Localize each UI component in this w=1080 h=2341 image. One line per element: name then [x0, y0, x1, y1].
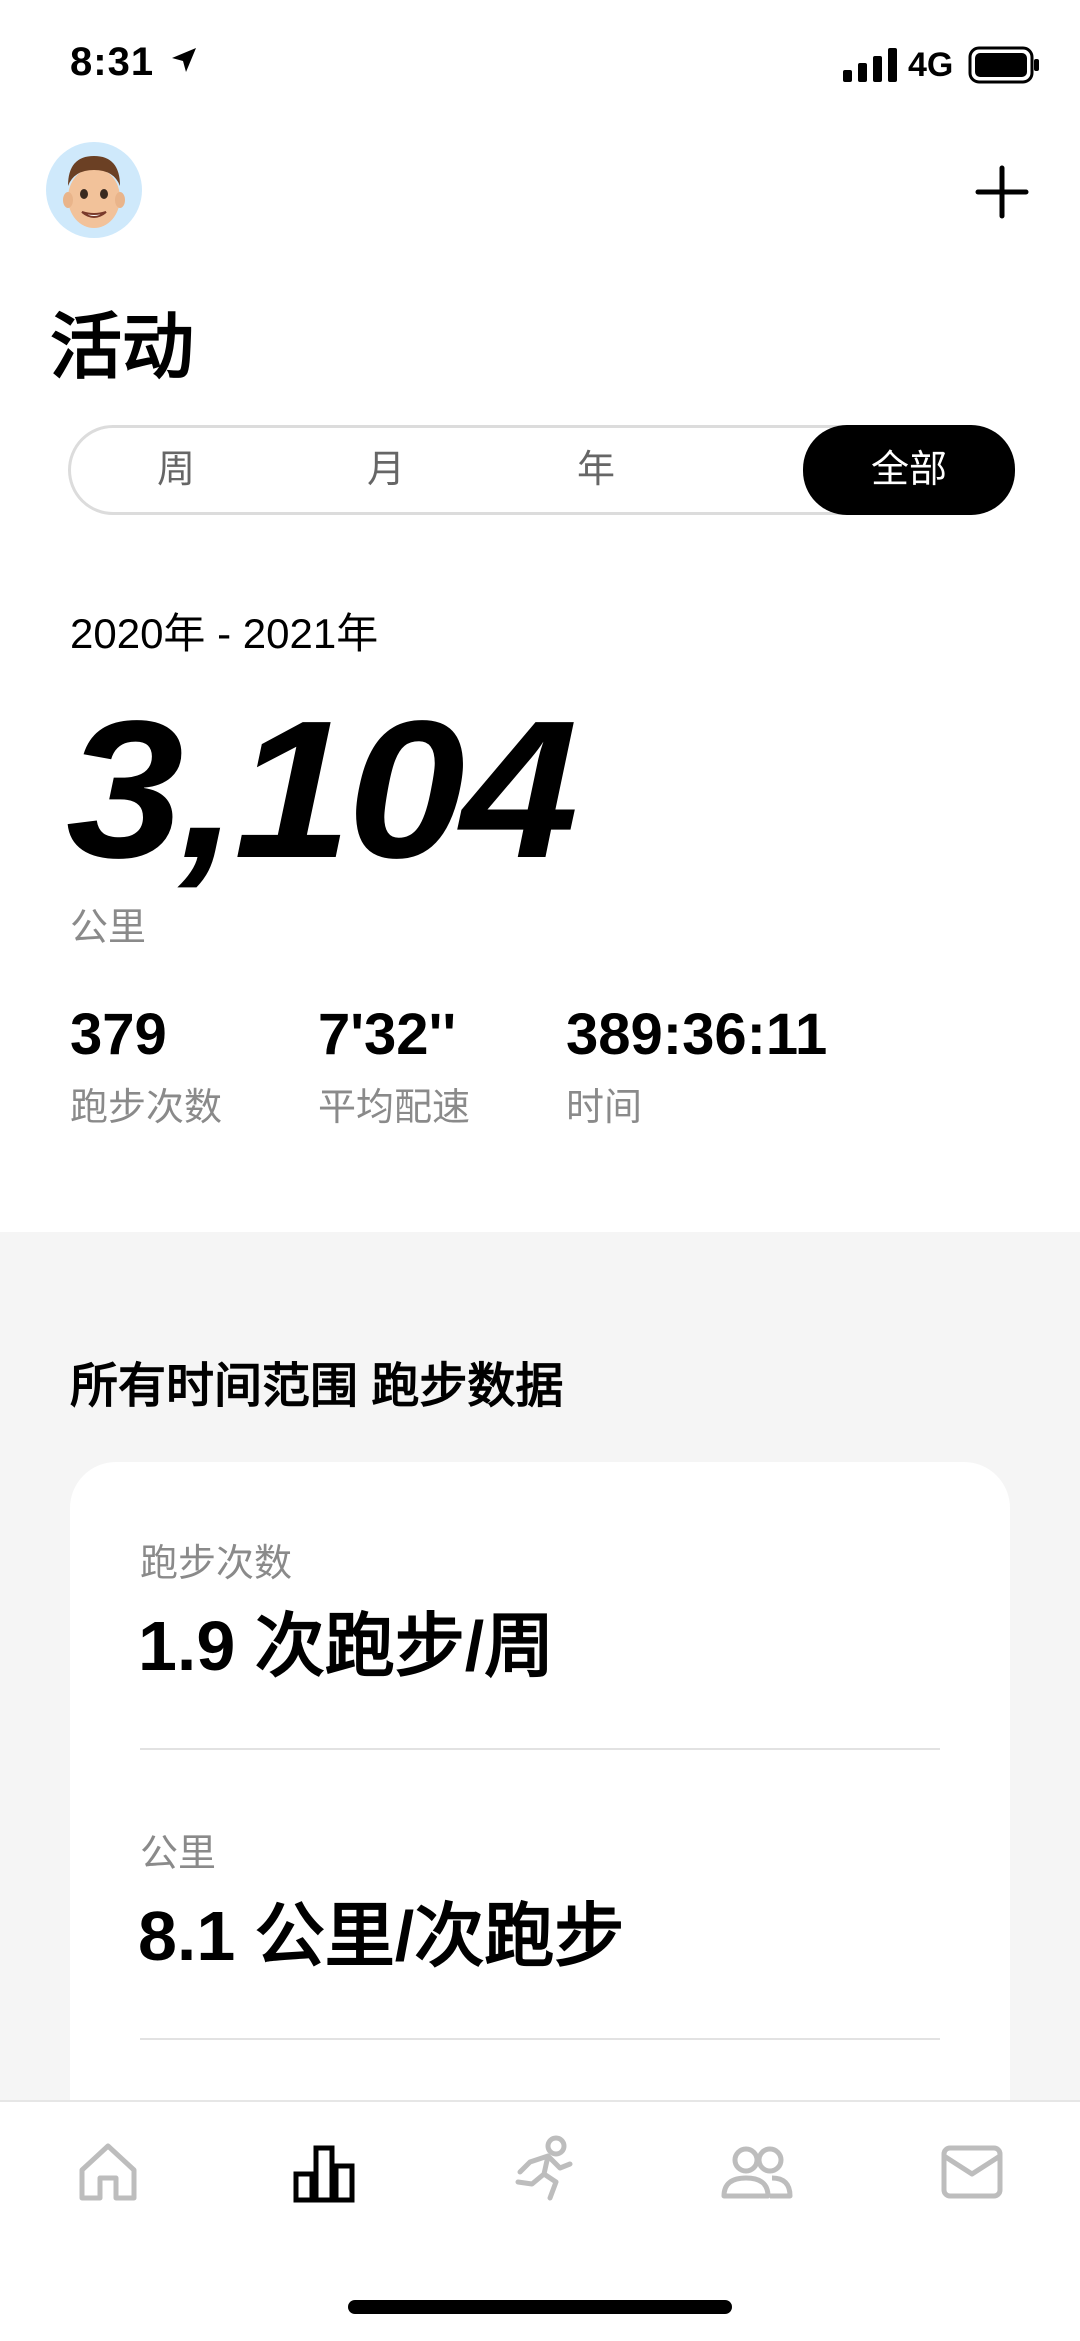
- total-distance: 3,104: [66, 680, 578, 899]
- runs-per-week-label: 跑步次数: [140, 1543, 293, 1585]
- network-label: 4G: [908, 46, 954, 84]
- page-title: 活动: [50, 308, 195, 388]
- stat-time-value: 389:36:11: [566, 1002, 828, 1067]
- date-range: 2020年 - 2021年: [70, 610, 379, 657]
- add-button[interactable]: [970, 160, 1034, 224]
- stat-time-label: 时间: [566, 1087, 643, 1129]
- memoji-avatar-icon: [63, 156, 125, 228]
- activity-icon[interactable]: [284, 2132, 364, 2212]
- location-arrow-icon: [172, 48, 196, 72]
- segment-month[interactable]: 月: [281, 428, 491, 512]
- period-segmented-control: 周 月 年 全部: [68, 425, 1015, 515]
- avatar[interactable]: [46, 142, 142, 238]
- stat-pace-label: 平均配速: [318, 1087, 471, 1129]
- all-time-card: 跑步次数 1.9 次跑步/周 公里 8.1 公里/次跑步: [70, 1462, 1010, 2162]
- card-divider: [140, 2038, 940, 2040]
- distance-unit: 公里: [70, 907, 147, 949]
- stat-pace: 7'32'' 平均配速: [318, 1000, 470, 1131]
- home-indicator: [348, 2300, 732, 2314]
- community-icon[interactable]: [716, 2132, 796, 2212]
- battery-icon: [968, 46, 1039, 84]
- stat-runs-label: 跑步次数: [70, 1087, 223, 1129]
- status-time: 8:31: [70, 40, 155, 84]
- stat-time: 389:36:11 时间: [566, 1000, 827, 1131]
- stat-runs: 379 跑步次数: [70, 1000, 222, 1131]
- segment-week[interactable]: 周: [71, 428, 281, 512]
- home-icon[interactable]: [68, 2132, 148, 2212]
- all-time-title: 所有时间范围 跑步数据: [70, 1360, 564, 1413]
- inbox-icon[interactable]: [932, 2132, 1012, 2212]
- signal-icon: [843, 48, 897, 82]
- runs-per-week-value: 1.9 次跑步/周: [138, 1607, 555, 1685]
- stat-runs-value: 379: [70, 1002, 167, 1067]
- segment-year[interactable]: 年: [491, 428, 701, 512]
- card-divider: [140, 1748, 940, 1750]
- status-bar: 8:31 4G: [0, 0, 1080, 130]
- km-per-run-label: 公里: [140, 1833, 217, 1875]
- segment-all[interactable]: 全部: [803, 425, 1015, 515]
- km-per-run-value: 8.1 公里/次跑步: [138, 1897, 625, 1975]
- stat-pace-value: 7'32'': [318, 1002, 457, 1067]
- run-icon[interactable]: [500, 2132, 580, 2212]
